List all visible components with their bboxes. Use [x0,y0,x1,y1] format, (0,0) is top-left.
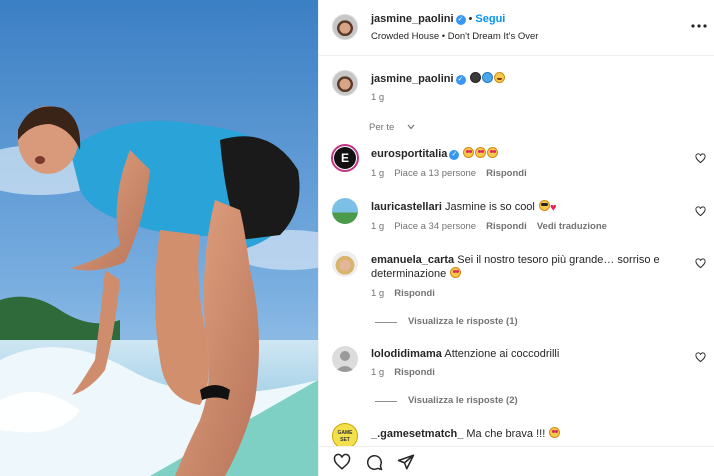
comment-username[interactable]: lolodidimama [371,348,442,360]
comment-text: emanuela_carta Sei il nostro tesoro più … [371,254,671,281]
audio-track[interactable]: Crowded House • Don't Dream It's Over [371,31,538,42]
like-comment-heart-icon[interactable] [695,153,706,164]
surfing-photo [0,0,318,476]
comment-avatar[interactable]: E [331,144,359,172]
comment-time: 1 g [371,367,385,378]
verified-badge-icon: ✓ [455,75,466,85]
comment-body: Ma che brava !!! [466,428,546,440]
reply-button[interactable]: Rispondi [486,168,527,179]
more-horizontal-icon[interactable] [691,23,707,29]
comment-time: 1 g [371,288,385,299]
comment-icon[interactable] [365,453,383,471]
like-comment-heart-icon[interactable] [695,258,706,269]
separator-dot: • [468,13,473,25]
like-comment-heart-icon[interactable] [695,206,706,217]
heart-eyes-emoji-icon [475,147,487,158]
reply-button[interactable]: Rispondi [394,288,435,299]
chevron-down-icon [407,124,415,130]
author-username[interactable]: jasmine_paolini [371,13,454,25]
comment-time: 1 g [371,168,385,179]
caption-username[interactable]: jasmine_paolini [371,73,454,85]
like-comment-heart-icon[interactable] [695,352,706,363]
comment-meta: 1 g Piace a 13 persone Rispondi [371,168,537,179]
comment-username[interactable]: _.gamesetmatch_ [371,428,463,440]
comment-meta: 1 g Rispondi [371,367,445,378]
share-icon[interactable] [397,453,415,471]
comment-text: eurosportitalia ✓ [371,147,499,160]
caption-avatar[interactable] [332,70,358,96]
comment-body: Jasmine is so cool [445,201,535,213]
post-details-panel: jasmine_paolini ✓ • Segui Crowded House • D… [318,0,714,476]
comment-time: 1 g [371,221,385,232]
heart-eyes-emoji-icon [450,267,462,278]
comment-meta: 1 g Piace a 34 persone Rispondi Vedi traduz… [371,221,617,232]
comment-username[interactable]: lauricastellari [371,201,442,213]
reply-button[interactable]: Rispondi [486,221,527,232]
comment-text: lauricastellari Jasmine is so cool ♥ [371,200,556,214]
comment-username[interactable]: emanuela_carta [371,254,454,266]
comment-likes[interactable]: Piace a 34 persone [394,221,476,232]
author-line: jasmine_paolini ✓ • Segui [371,13,505,25]
wave-emoji-icon [481,72,493,83]
default-user-icon [335,351,355,372]
surfer-emoji-icon [469,72,481,83]
view-replies-button[interactable]: Visualizza le risposte (1) [408,316,518,327]
comment-body: Sei il nostro tesoro più grande… sorriso… [457,254,660,266]
comment-username[interactable]: eurosportitalia [371,148,447,160]
heart-icon[interactable] [333,453,351,471]
red-heart-emoji-icon: ♥ [549,202,557,214]
post-actions-bar [319,446,714,476]
comment-body-continued: determinazione [371,268,447,280]
post-header: jasmine_paolini ✓ • Segui Crowded House • D… [319,0,714,56]
sort-label: Per te [369,122,395,133]
heart-eyes-emoji-icon [463,147,475,158]
comment-text: _.gamesetmatch_ Ma che brava !!! [371,427,561,440]
grin-emoji-icon [493,72,505,83]
eurosport-logo-icon: E [334,147,356,169]
heart-eyes-emoji-icon [487,147,499,158]
sunglasses-emoji-icon [538,200,550,211]
comment-avatar[interactable] [332,251,358,277]
follow-button[interactable]: Segui [475,13,505,25]
post-media[interactable] [0,0,318,476]
replies-divider [375,401,397,402]
sort-selector[interactable]: Per te [369,122,415,133]
replies-divider [375,322,397,323]
reply-button[interactable]: Rispondi [394,367,435,378]
comment-body: Attenzione ai coccodrilli [444,348,560,360]
caption-time: 1 g [371,92,385,103]
comment-text: lolodidimama Attenzione ai coccodrilli [371,348,559,360]
verified-badge-icon: ✓ [455,15,466,25]
comment-avatar[interactable] [332,346,358,372]
author-avatar[interactable] [332,14,358,40]
verified-badge-icon: ✓ [449,150,460,160]
heart-eyes-emoji-icon [549,427,561,438]
see-translation-button[interactable]: Vedi traduzione [537,221,607,232]
comment-meta: 1 g Rispondi [371,288,445,299]
view-replies-button[interactable]: Visualizza le risposte (2) [408,395,518,406]
comment-likes[interactable]: Piace a 13 persone [394,168,476,179]
comment-avatar[interactable] [332,198,358,224]
gamesetmatch-logo-icon: GAME SET [337,430,353,443]
caption: jasmine_paolini ✓ [371,72,505,85]
